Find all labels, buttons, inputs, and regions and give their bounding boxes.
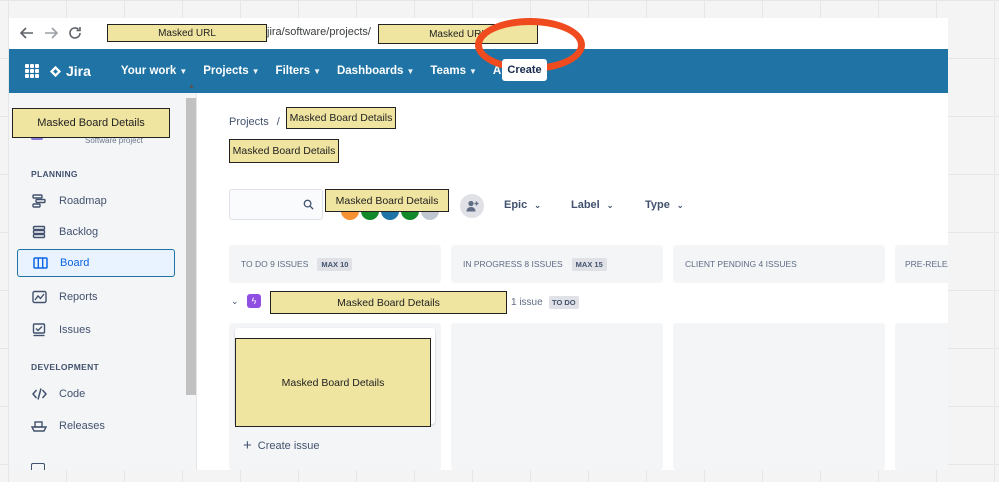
chevron-down-icon: ⌄ [534,200,541,210]
column-title: IN PROGRESS 8 ISSUES [463,259,563,269]
chevron-down-icon: ⌄ [606,200,614,210]
chevron-down-icon: ▼ [406,66,415,76]
sidebar-item-label: Board [60,257,90,269]
sidebar-item-label: Reports [59,291,98,303]
sidebar-item-label: Issues [59,324,91,336]
chevron-down-icon: ▼ [313,66,321,76]
status-badge: TO DO [549,296,579,309]
chevron-down-icon: ▼ [468,66,477,76]
filter-label-label: Label [571,199,600,211]
browser-window: Masked URL jira/software/projects/ Maske… [9,18,948,470]
column-body-client-pending[interactable] [673,323,885,470]
chevron-down-icon: ▼ [179,66,188,76]
jira-logo[interactable]: Jira [49,63,91,79]
column-header-todo[interactable]: TO DO 9 ISSUES MAX 10 [229,245,441,283]
filter-type[interactable]: Type ⌄ [645,199,684,211]
sidebar-item-label: Releases [59,420,105,432]
app-switcher-icon[interactable] [25,64,39,78]
create-issue-label: Create issue [257,439,320,452]
filter-type-label: Type [645,199,670,211]
column-title: TO DO 9 ISSUES [241,259,309,269]
avatars-mask: Masked Board Details [325,189,449,212]
filter-label[interactable]: Label ⌄ [571,199,613,211]
ship-icon [31,418,47,434]
sidebar-item-releases[interactable]: Releases [17,412,175,440]
nav-teams-label: Teams [430,65,466,77]
nav-filters-label: Filters [275,65,311,77]
chevron-down-icon: ⌄ [676,200,684,210]
nav-dashboards[interactable]: Dashboards ▼ [337,65,414,77]
chevron-down-icon[interactable]: ⌄ [231,296,239,307]
column-header-pre-release[interactable]: PRE-RELEA [895,245,948,283]
column-title: PRE-RELEA [905,259,948,269]
page-icon[interactable] [31,463,45,470]
url-path-text[interactable]: jira/software/projects/ [267,26,371,38]
filter-epic[interactable]: Epic ⌄ [504,199,541,211]
section-planning: PLANNING [31,169,78,179]
nav-projects-label: Projects [203,65,249,77]
jira-logo-text: Jira [66,63,91,79]
swimlane-title-mask: Masked Board Details [270,291,507,314]
sidebar-item-roadmap[interactable]: Roadmap [17,187,175,215]
column-header-in-progress[interactable]: IN PROGRESS 8 ISSUES MAX 15 [451,245,663,283]
sidebar-item-issues[interactable]: Issues [17,316,175,344]
board-icon [32,255,48,271]
project-name-mask: Masked Board Details [12,108,170,138]
sidebar-item-code[interactable]: Code [17,380,175,408]
sidebar-item-label: Code [59,388,86,400]
nav-filters[interactable]: Filters ▼ [276,65,321,77]
column-body-in-progress[interactable] [451,323,663,470]
project-sidebar: Software project Masked Board Details PL… [9,93,197,470]
sidebar-item-label: Backlog [59,226,99,238]
forward-arrow-icon[interactable] [39,21,63,45]
search-icon [303,199,314,210]
wip-limit-badge: MAX 15 [571,257,607,271]
add-people-icon[interactable] [460,194,484,218]
wip-limit-badge: MAX 10 [317,257,353,271]
nav-your-work[interactable]: Your work ▼ [121,65,187,77]
sidebar-item-backlog[interactable]: Backlog [17,218,175,246]
sidebar-item-label: Roadmap [59,195,107,207]
scroll-up-icon[interactable]: ▲ [188,83,195,90]
sidebar-item-board[interactable]: Board [17,249,175,277]
backlog-icon [31,224,47,240]
filter-epic-label: Epic [504,199,528,211]
reload-icon[interactable] [63,21,87,45]
plus-icon: + [243,437,252,454]
sidebar-item-reports[interactable]: Reports [17,283,175,311]
breadcrumb-project-mask: Masked Board Details [286,107,396,129]
breadcrumb-projects[interactable]: Projects [229,116,269,128]
nav-your-work-label: Your work [120,65,177,77]
breadcrumb-separator: / [276,116,280,128]
nav-dashboards-label: Dashboards [336,65,404,77]
jira-logo-icon [49,65,62,77]
column-header-client-pending[interactable]: CLIENT PENDING 4 ISSUES [673,245,885,283]
sidebar-scrollbar[interactable] [186,98,196,395]
nav-teams[interactable]: Teams ▼ [430,65,477,77]
reports-icon [31,289,47,305]
board-search-input[interactable] [229,189,323,220]
swimlane-issue-count: 1 issue [511,297,543,308]
chevron-down-icon: ▼ [251,66,260,76]
issue-card-mask: Masked Board Details [235,338,431,427]
code-icon [31,386,47,402]
epic-icon: ϟ [247,294,261,308]
nav-projects[interactable]: Projects ▼ [203,65,259,77]
breadcrumb: Projects / [229,116,288,128]
create-button[interactable]: Create [502,59,547,81]
roadmap-icon [31,193,47,209]
back-arrow-icon[interactable] [15,21,39,45]
column-body-pre-release[interactable] [895,323,948,470]
column-title: CLIENT PENDING 4 ISSUES [685,259,797,269]
board-title-mask: Masked Board Details [229,139,339,163]
section-development: DEVELOPMENT [31,362,100,372]
issues-icon [31,322,47,338]
create-issue-button[interactable]: + Create issue [243,437,320,454]
url-mask-left: Masked URL [107,24,267,42]
